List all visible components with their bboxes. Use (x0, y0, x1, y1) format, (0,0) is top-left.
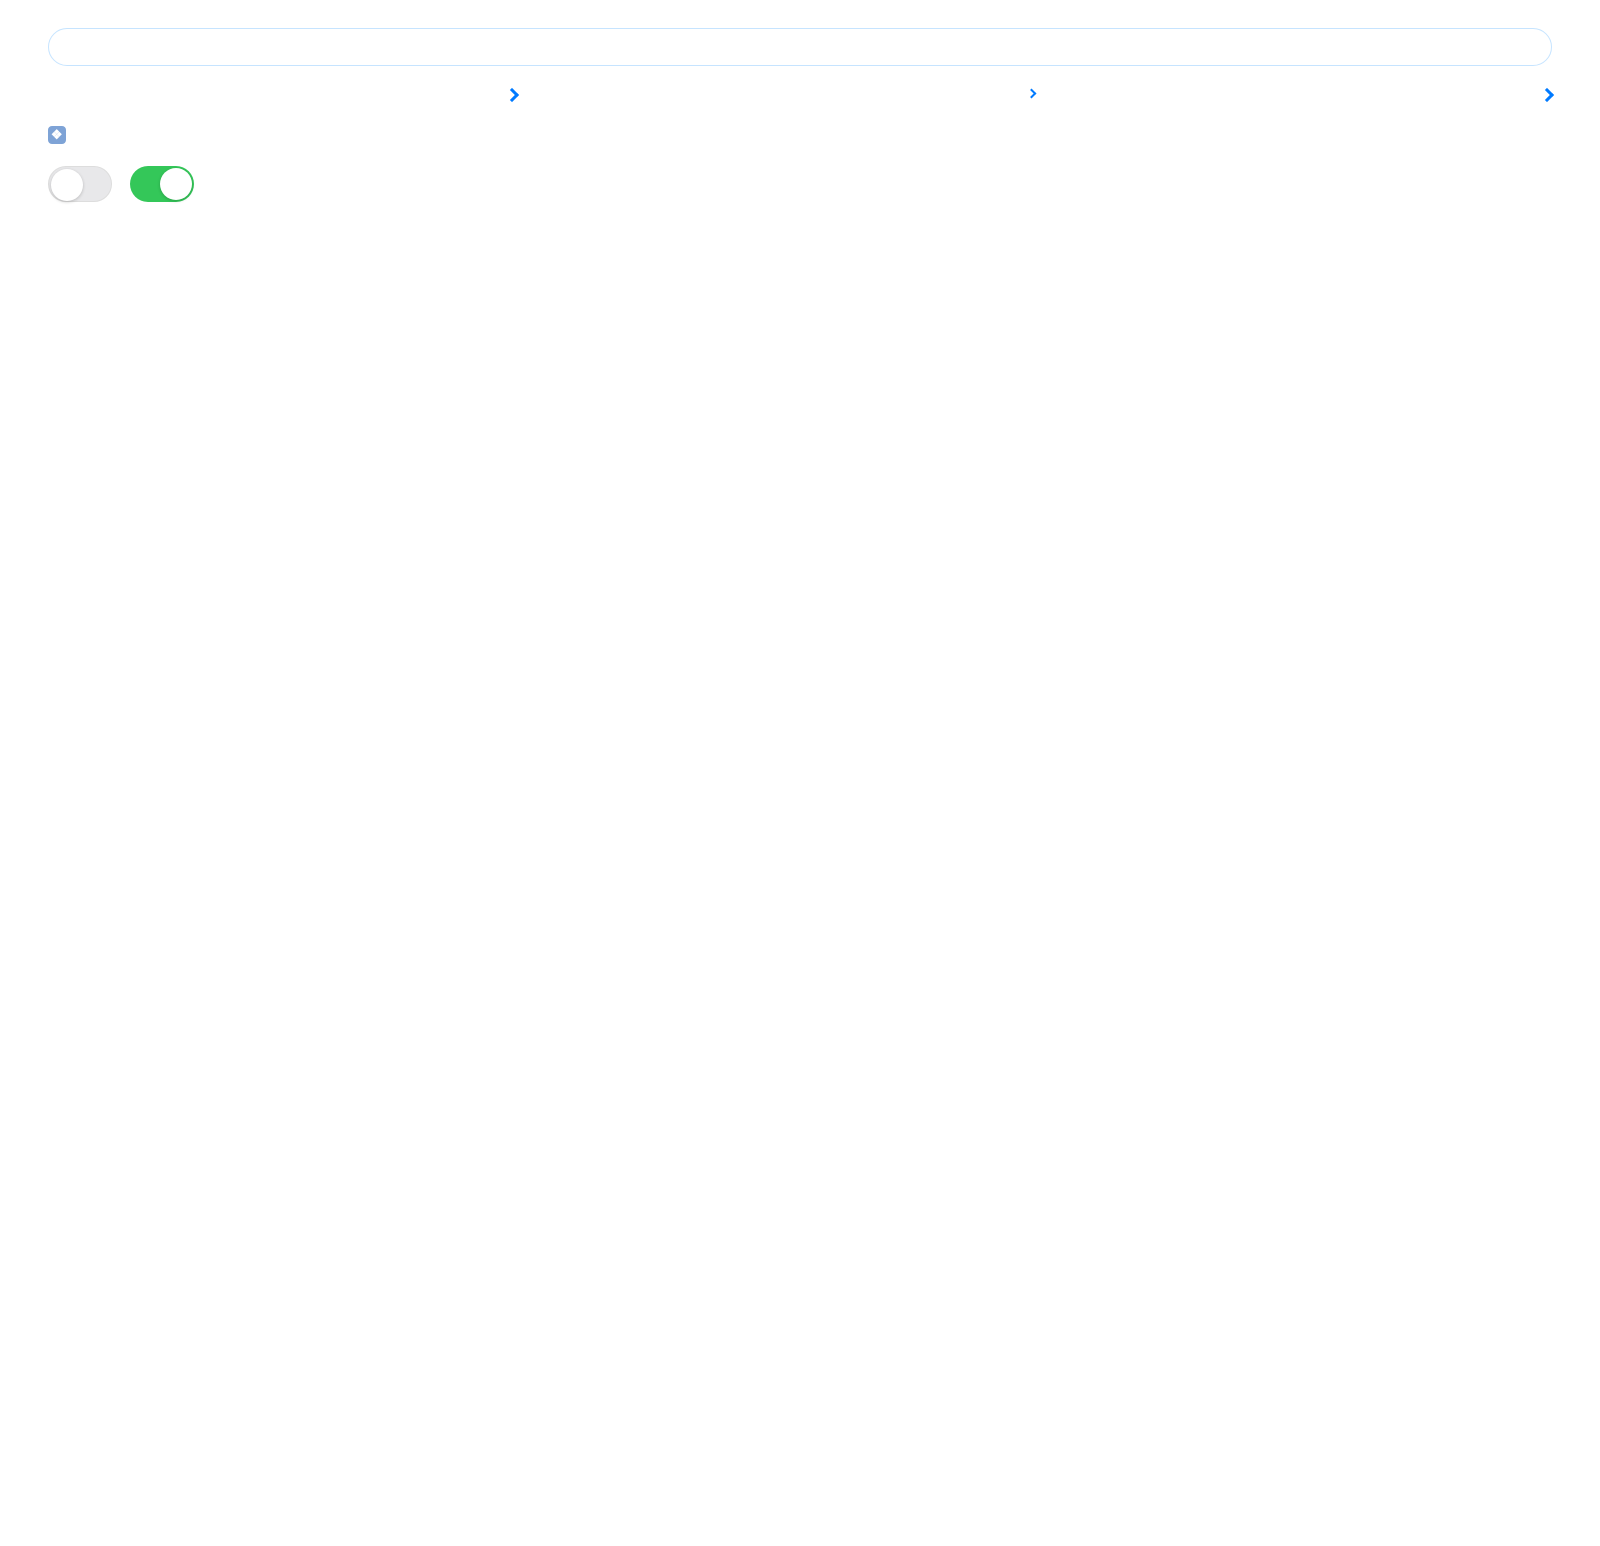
component-icon: ❖ (48, 126, 66, 144)
column-3 (1083, 90, 1552, 274)
section-heading-endless-1 (48, 90, 517, 100)
more-link[interactable] (1540, 90, 1552, 100)
section-heading-designlist (565, 90, 1034, 97)
chevron-right-icon (1540, 88, 1554, 102)
chevron-right-icon (1026, 89, 1036, 99)
header-bar (48, 28, 1552, 66)
multicomponent-badge: ❖ (48, 126, 517, 144)
view-all-link[interactable] (1026, 90, 1035, 97)
toggle-off[interactable] (48, 166, 112, 202)
column-2 (565, 90, 1034, 274)
column-1: ❖ (48, 90, 517, 274)
section-heading-endless-3 (1083, 90, 1552, 100)
toggles (48, 166, 517, 202)
chevron-right-icon (505, 88, 519, 102)
toggle-on[interactable] (130, 166, 194, 202)
more-link[interactable] (505, 90, 517, 100)
